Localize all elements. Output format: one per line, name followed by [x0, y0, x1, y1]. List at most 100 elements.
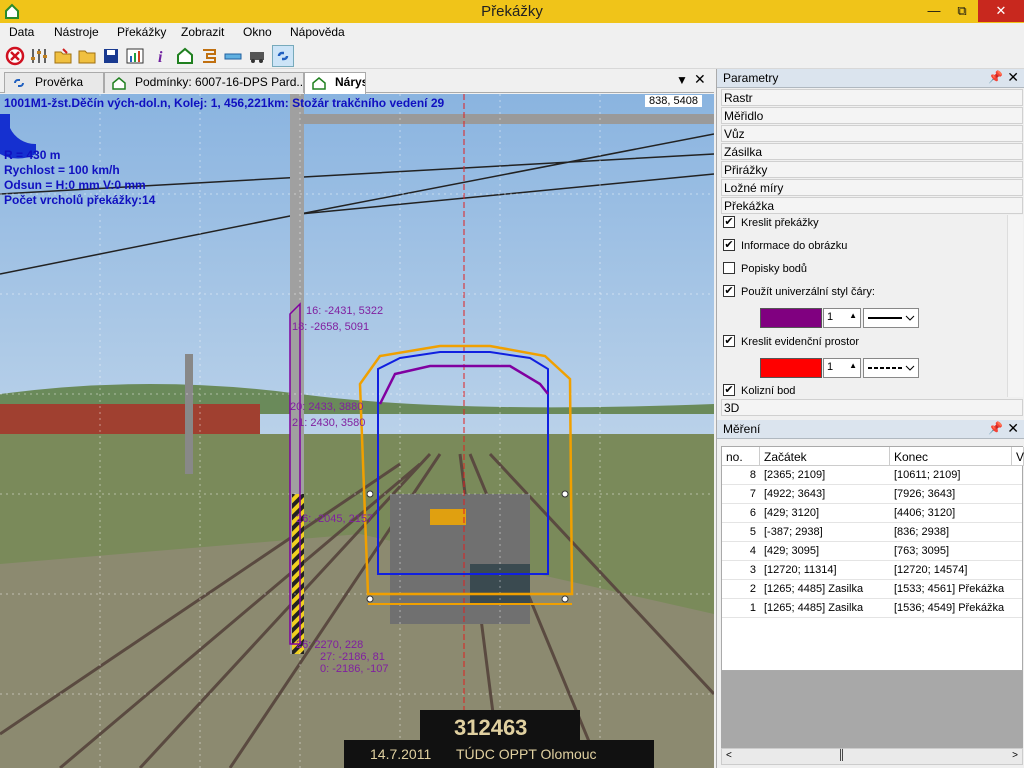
params-scrollbar[interactable] — [1007, 215, 1023, 397]
cell-no: 5 — [749, 526, 756, 538]
track-icon[interactable] — [198, 45, 220, 67]
option-point-labels[interactable]: Popisky bodů — [723, 262, 807, 281]
table-row[interactable]: 1 [1265; 4485] Zasilka [1536; 4549] Překáž… — [722, 599, 1022, 618]
table-row[interactable]: 3 [12720; 11314] [12720; 14574] — [722, 561, 1022, 580]
tab-proverka[interactable]: Prověrka — [4, 72, 104, 93]
option-draw-obstacles[interactable]: ✔ Kreslit překážky — [723, 216, 819, 235]
point-label: 26: 2270, 228 — [296, 639, 363, 651]
col-end[interactable]: Konec — [890, 447, 1012, 466]
cell-end: [836; 2938] — [894, 526, 950, 538]
tab-podminky[interactable]: Podmínky: 6007-16-DPS Pard... — [104, 72, 304, 93]
table-row[interactable]: 8 [2365; 2109] [10611; 2109] — [722, 466, 1022, 485]
cell-no: 8 — [749, 469, 756, 481]
pin-icon[interactable]: 📌 — [988, 421, 1003, 435]
window-title: Překážky — [481, 3, 543, 20]
checkbox[interactable]: ✔ — [723, 335, 735, 348]
cell-end: [12720; 14574] — [894, 564, 968, 576]
measure-table: no. Začátek Konec V 8 [2365; 2109] [10611;… — [721, 446, 1024, 671]
ruler-icon[interactable] — [222, 45, 244, 67]
cell-start: [2365; 2109] — [764, 469, 826, 481]
params-title: Parametry — [723, 71, 779, 85]
info-speed: Rychlost = 100 km/h — [4, 163, 120, 177]
sliders-icon[interactable] — [28, 45, 50, 67]
info-icon[interactable]: i — [150, 45, 172, 67]
photo-viewport[interactable]: 16: -2431, 5322 18: -2658, 5091 20: 2433… — [0, 94, 714, 768]
color-swatch-obstacle[interactable] — [760, 308, 822, 328]
option-draw-space[interactable]: ✔ Kreslit evidenční prostor — [723, 335, 859, 354]
menu-obstacles[interactable]: Překážky — [117, 25, 166, 39]
chart-icon[interactable] — [124, 45, 146, 67]
close-icon[interactable]: ✕ — [1007, 69, 1019, 86]
cell-end: [1533; 4561] Překážka — [894, 583, 1005, 595]
menu-help[interactable]: Nápověda — [290, 25, 345, 39]
pin-icon[interactable]: 📌 — [988, 70, 1003, 84]
folder-open-icon[interactable] — [52, 45, 74, 67]
menu-bar: Data Nástroje Překážky Zobrazit Okno Náp… — [0, 23, 1024, 43]
checkbox[interactable]: ✔ — [723, 285, 735, 298]
info-vertices: Počet vrcholů překážky:14 — [4, 193, 156, 207]
color-swatch-space[interactable] — [760, 358, 822, 378]
menu-tools[interactable]: Nástroje — [54, 25, 99, 39]
close-circle-icon[interactable] — [4, 45, 26, 67]
menu-window[interactable]: Okno — [243, 25, 272, 39]
line-width-input[interactable]: 1 ▲ — [823, 308, 861, 328]
option-universal-style[interactable]: ✔ Použít univerzální styl čáry: — [723, 285, 875, 304]
restore-button[interactable]: ⧉ — [948, 0, 976, 22]
tab-narys[interactable]: Nárys — [304, 72, 366, 94]
col-v[interactable]: V — [1012, 447, 1024, 466]
right-panel: Parametry 📌 ✕ Rastr Měřidlo Vůz Zásilka … — [716, 69, 1024, 768]
wagon-icon[interactable] — [246, 45, 268, 67]
cursor-coords: 838, 5408 — [645, 95, 702, 107]
cell-no: 1 — [749, 602, 756, 614]
title-bar: Překážky — ⧉ ✕ — [0, 0, 1024, 23]
section-3d[interactable]: 3D — [721, 399, 1023, 416]
measure-title: Měření — [723, 422, 761, 436]
option-label: Informace do obrázku — [741, 240, 848, 252]
line-style-select[interactable] — [863, 358, 919, 378]
close-icon[interactable]: ✕ — [1007, 420, 1019, 437]
table-row[interactable]: 2 [1265; 4485] Zasilka [1533; 4561] Překáž… — [722, 580, 1022, 599]
menu-view[interactable]: Zobrazit — [181, 25, 224, 39]
tab-close-icon[interactable]: ✕ — [694, 71, 706, 88]
section-prekazka[interactable]: Překážka — [721, 197, 1023, 214]
option-info-image[interactable]: ✔ Informace do obrázku — [723, 239, 848, 258]
section-meridlo[interactable]: Měřidlo — [721, 107, 1023, 124]
cell-end: [763; 3095] — [894, 545, 950, 557]
table-row[interactable]: 4 [429; 3095] [763; 3095] — [722, 542, 1022, 561]
cell-start: [429; 3120] — [764, 507, 820, 519]
photo-date: 14.7.2011 — [370, 746, 431, 762]
close-button[interactable]: ✕ — [978, 0, 1024, 22]
cell-end: [7926; 3643] — [894, 488, 956, 500]
col-no[interactable]: no. — [722, 447, 760, 466]
section-lozne-miry[interactable]: Ložné míry — [721, 179, 1023, 196]
col-start[interactable]: Začátek — [760, 447, 890, 466]
line-width-input[interactable]: 1 ▲ — [823, 358, 861, 378]
section-prirazky[interactable]: Přirážky — [721, 161, 1023, 178]
minimize-button[interactable]: — — [920, 0, 948, 22]
point-label: 26: -2045, 2157 — [296, 513, 373, 525]
section-zasilka[interactable]: Zásilka — [721, 143, 1023, 160]
table-row[interactable]: 6 [429; 3120] [4406; 3120] — [722, 504, 1022, 523]
option-label: Použít univerzální styl čáry: — [741, 286, 875, 298]
cell-end: [1536; 4549] Překážka — [894, 602, 1005, 614]
table-row[interactable]: 7 [4922; 3643] [7926; 3643] — [722, 485, 1022, 504]
cell-start: [4922; 3643] — [764, 488, 826, 500]
folder-icon[interactable] — [76, 45, 98, 67]
horizontal-scrollbar[interactable]: < ║ > — [721, 748, 1023, 765]
tab-dropdown-icon[interactable]: ▼ — [676, 73, 688, 87]
cell-no: 6 — [749, 507, 756, 519]
section-rastr[interactable]: Rastr — [721, 89, 1023, 106]
section-vuz[interactable]: Vůz — [721, 125, 1023, 142]
line-style-select[interactable] — [863, 308, 919, 328]
checkbox[interactable]: ✔ — [723, 239, 735, 252]
checkbox[interactable]: ✔ — [723, 216, 735, 229]
checkbox[interactable] — [723, 262, 735, 275]
home-icon[interactable] — [174, 45, 196, 67]
table-row[interactable]: 5 [-387; 2938] [836; 2938] — [722, 523, 1022, 542]
link-icon[interactable] — [272, 45, 294, 67]
cell-no: 7 — [749, 488, 756, 500]
home-icon — [112, 77, 126, 90]
checkbox[interactable]: ✔ — [723, 384, 735, 397]
menu-data[interactable]: Data — [9, 25, 34, 39]
save-icon[interactable] — [100, 45, 122, 67]
